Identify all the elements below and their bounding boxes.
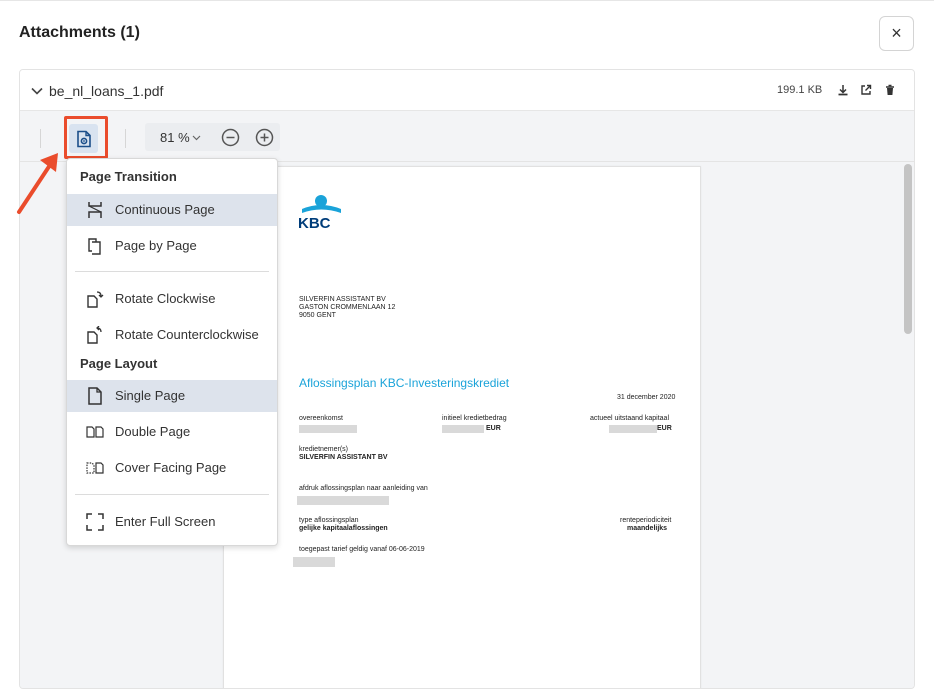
zoom-level[interactable]: 81 % bbox=[160, 130, 190, 145]
modal-header: Attachments (1) × bbox=[0, 1, 934, 65]
chevron-down-icon[interactable] bbox=[192, 133, 201, 142]
double-page-icon bbox=[86, 426, 104, 438]
field-label: afdruk aflossingsplan naar aanleiding va… bbox=[299, 485, 428, 492]
address-line: SILVERFIN ASSISTANT BV bbox=[299, 296, 386, 303]
menu-item-label: Rotate Counterclockwise bbox=[115, 327, 259, 342]
fullscreen-icon bbox=[86, 513, 104, 531]
trash-icon[interactable] bbox=[883, 83, 897, 97]
currency-label: EUR bbox=[657, 425, 672, 432]
field-value: maandelijks bbox=[627, 525, 668, 532]
menu-item-label: Single Page bbox=[115, 388, 186, 403]
menu-item-label: Cover Facing Page bbox=[115, 460, 227, 475]
menu-item-double-page[interactable]: Double Page bbox=[67, 416, 277, 448]
file-name: be_nl_loans_1.pdf bbox=[49, 83, 164, 99]
address-line: GASTON CROMMENLAAN 12 bbox=[299, 304, 396, 311]
menu-item-label: Enter Full Screen bbox=[115, 514, 216, 529]
menu-item-single-page[interactable]: Single Page bbox=[67, 380, 277, 412]
field-label: overeenkomst bbox=[299, 415, 343, 422]
pdf-toolbar: 81 % bbox=[20, 111, 914, 162]
zoom-out-icon[interactable] bbox=[221, 128, 240, 147]
redacted-value bbox=[293, 557, 335, 567]
close-icon: × bbox=[891, 23, 902, 43]
field-label: renteperiodiciteit bbox=[620, 517, 672, 524]
kbc-logo-text: KBC bbox=[298, 215, 331, 231]
page-by-page-icon bbox=[88, 238, 101, 255]
menu-divider bbox=[75, 271, 269, 272]
redacted-value bbox=[609, 425, 657, 433]
single-page-icon bbox=[88, 387, 102, 405]
toolbar-divider bbox=[125, 129, 126, 148]
field-label: type aflossingsplan bbox=[299, 517, 359, 524]
rotate-counterclockwise-icon bbox=[87, 326, 102, 344]
chevron-down-icon[interactable] bbox=[30, 84, 44, 98]
menu-heading-page-layout: Page Layout bbox=[80, 356, 158, 371]
menu-item-rotate-clockwise[interactable]: Rotate Clockwise bbox=[67, 283, 277, 315]
file-size: 199.1 KB bbox=[777, 84, 823, 96]
menu-item-cover-facing-page[interactable]: Cover Facing Page bbox=[67, 452, 277, 484]
file-row[interactable]: be_nl_loans_1.pdf 199.1 KB bbox=[20, 70, 914, 111]
document-heading: Aflossingsplan KBC-Investeringskrediet bbox=[299, 376, 510, 390]
external-link-icon[interactable] bbox=[859, 83, 873, 97]
redacted-value bbox=[299, 425, 357, 433]
menu-heading-page-transition: Page Transition bbox=[80, 169, 177, 184]
document-date: 31 december 2020 bbox=[617, 394, 676, 401]
toolbar-divider bbox=[40, 129, 41, 148]
address-line: 9050 GENT bbox=[299, 312, 336, 319]
view-settings-menu: Page Transition Continuous Page Page by … bbox=[66, 158, 278, 546]
field-label: toegepast tarief geldig vanaf 06-06-2019 bbox=[299, 546, 425, 553]
field-value: SILVERFIN ASSISTANT BV bbox=[299, 454, 388, 461]
menu-item-label: Rotate Clockwise bbox=[115, 291, 216, 306]
field-label: initieel kredietbedrag bbox=[442, 415, 507, 422]
field-label: kredietnemer(s) bbox=[299, 446, 349, 453]
scrollbar-thumb[interactable] bbox=[904, 164, 912, 334]
menu-item-label: Page by Page bbox=[115, 238, 197, 253]
menu-item-enter-full-screen[interactable]: Enter Full Screen bbox=[67, 506, 277, 538]
continuous-page-icon bbox=[88, 202, 102, 218]
modal-title: Attachments (1) bbox=[19, 24, 140, 41]
kbc-logo: KBC bbox=[298, 195, 341, 231]
menu-divider bbox=[75, 494, 269, 495]
currency-label: EUR bbox=[486, 425, 501, 432]
zoom-control: 81 % bbox=[145, 123, 280, 151]
redacted-value bbox=[442, 425, 484, 433]
download-icon[interactable] bbox=[836, 83, 850, 97]
field-value: gelijke kapitaalaflossingen bbox=[299, 525, 388, 532]
cover-facing-page-icon bbox=[86, 462, 104, 474]
menu-item-label: Continuous Page bbox=[115, 202, 215, 217]
menu-item-label: Double Page bbox=[115, 424, 191, 439]
close-button[interactable]: × bbox=[879, 16, 914, 51]
pdf-page: KBC SILVERFIN ASSISTANT BV GASTON CROMME… bbox=[223, 166, 701, 688]
menu-item-continuous-page[interactable]: Continuous Page bbox=[67, 194, 277, 226]
menu-item-page-by-page[interactable]: Page by Page bbox=[67, 230, 277, 262]
zoom-in-icon[interactable] bbox=[255, 128, 274, 147]
rotate-clockwise-icon bbox=[87, 291, 104, 308]
annotation-arrow-icon bbox=[17, 153, 58, 214]
highlight-annotation-box bbox=[64, 116, 108, 159]
redacted-value bbox=[297, 496, 389, 505]
menu-item-rotate-counterclockwise[interactable]: Rotate Counterclockwise bbox=[67, 319, 277, 351]
field-label: actueel uitstaand kapitaal bbox=[590, 415, 669, 422]
